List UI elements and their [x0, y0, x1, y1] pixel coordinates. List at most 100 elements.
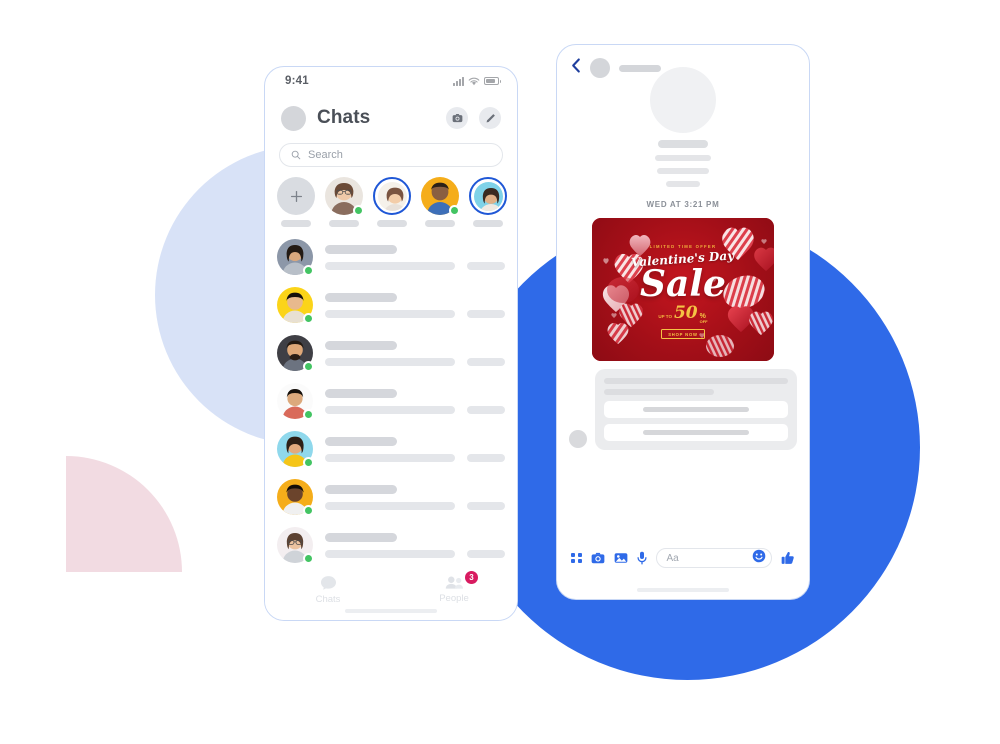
message-row — [325, 357, 505, 366]
screenshot-canvas: 9:41 Chats Search Chats 3 People WED AT … — [0, 0, 1000, 744]
status-badge: 3 — [465, 571, 478, 584]
row-content — [325, 484, 505, 510]
avatar[interactable] — [277, 239, 314, 276]
card-action-button[interactable] — [604, 424, 788, 441]
apps-grid-icon[interactable] — [571, 552, 582, 564]
camera-button[interactable] — [446, 107, 468, 129]
row-content — [325, 244, 505, 270]
tab-people[interactable]: 3 People — [417, 571, 491, 604]
emoji-button[interactable] — [752, 549, 766, 568]
contact-name-placeholder — [619, 64, 661, 72]
ad-off-label: OFF — [699, 319, 708, 325]
back-button[interactable] — [571, 58, 581, 78]
ad-discount-value: 50 — [673, 303, 698, 324]
name-placeholder — [325, 292, 397, 302]
stories-row — [265, 167, 517, 227]
message-placeholder — [325, 453, 455, 462]
message-placeholder: Aa — [666, 552, 679, 564]
name-placeholder — [325, 388, 397, 398]
story-add[interactable] — [277, 177, 315, 227]
online-indicator — [303, 313, 314, 324]
online-indicator — [303, 265, 314, 276]
table-row[interactable] — [277, 281, 505, 329]
camera-button[interactable] — [591, 552, 605, 564]
story-item[interactable] — [325, 177, 364, 227]
online-indicator — [449, 205, 460, 216]
message-input[interactable]: Aa — [655, 548, 772, 568]
gallery-button[interactable] — [614, 552, 628, 564]
avatar[interactable] — [277, 527, 314, 564]
thumbs-up-button[interactable] — [781, 551, 795, 565]
microphone-icon — [636, 551, 647, 565]
add-story-button[interactable] — [277, 177, 315, 215]
story-item[interactable] — [421, 177, 460, 227]
people-icon — [445, 576, 463, 589]
profile-name-placeholder — [658, 140, 708, 148]
home-indicator — [637, 588, 729, 592]
ad-shop-now-button[interactable]: SHOP NOW — [661, 329, 705, 340]
microphone-button[interactable] — [636, 551, 647, 565]
story-avatar[interactable] — [421, 177, 460, 216]
profile-avatar[interactable] — [281, 105, 306, 131]
search-input[interactable]: Search — [279, 143, 503, 167]
conversation-profile — [557, 67, 809, 187]
table-row[interactable] — [277, 329, 505, 377]
time-placeholder — [467, 309, 505, 318]
message-row — [325, 501, 505, 510]
ad-discount-row: UP TO 50 % OFF — [658, 305, 707, 324]
table-row[interactable] — [277, 377, 505, 425]
table-row[interactable] — [277, 233, 505, 281]
table-row[interactable] — [277, 521, 505, 569]
message-placeholder — [325, 309, 455, 318]
avatar[interactable] — [277, 383, 314, 420]
ad-message[interactable]: LIMITED TIME OFFER Valentine's Day Sale … — [592, 218, 774, 361]
card-action-button[interactable] — [604, 401, 788, 418]
row-content — [325, 532, 505, 558]
contact-avatar[interactable] — [590, 58, 610, 78]
status-icons — [453, 76, 501, 86]
time-placeholder — [467, 501, 505, 510]
search-section: Search — [265, 137, 517, 167]
chats-header: Chats — [265, 95, 517, 137]
avatar[interactable] — [277, 335, 314, 372]
story-item[interactable] — [373, 177, 411, 227]
bottom-tab-bar: Chats 3 People — [265, 566, 517, 620]
phone-chats-list: 9:41 Chats Search Chats 3 People — [264, 66, 518, 621]
back-chevron-icon — [572, 58, 580, 73]
story-avatar[interactable] — [469, 177, 507, 215]
battery-icon — [484, 77, 501, 85]
avatar[interactable] — [277, 431, 314, 468]
phone-conversation: WED AT 3:21 PM LIMITED TIME OFFER Valent… — [556, 44, 810, 600]
chat-list — [265, 227, 517, 569]
table-row[interactable] — [277, 473, 505, 521]
camera-icon — [591, 552, 604, 564]
time-placeholder — [467, 453, 505, 462]
message-composer: Aa — [557, 541, 809, 575]
card-line-placeholder — [604, 378, 788, 384]
card-line-placeholder — [604, 389, 715, 395]
tab-label-chats: Chats — [315, 594, 341, 605]
story-label-placeholder — [473, 220, 503, 227]
decor-pink-quarter-circle — [66, 456, 182, 572]
profile-line-placeholder — [666, 181, 700, 187]
story-avatar[interactable] — [325, 177, 364, 216]
avatar-image — [473, 181, 503, 211]
story-avatar[interactable] — [373, 177, 411, 215]
page-title: Chats — [317, 107, 371, 128]
name-placeholder — [325, 484, 397, 494]
time-placeholder — [467, 357, 505, 366]
avatar[interactable] — [277, 287, 314, 324]
card-body[interactable] — [595, 369, 797, 450]
time-placeholder — [467, 405, 505, 414]
ad-upto-label: UP TO — [658, 314, 672, 320]
tab-chats[interactable]: Chats — [291, 575, 365, 605]
avatar-image — [377, 181, 407, 211]
compose-button[interactable] — [479, 107, 501, 129]
avatar[interactable] — [277, 479, 314, 516]
valentines-sale-ad[interactable]: LIMITED TIME OFFER Valentine's Day Sale … — [592, 218, 774, 361]
table-row[interactable] — [277, 425, 505, 473]
signal-icon — [453, 76, 464, 86]
story-item[interactable] — [469, 177, 507, 227]
edit-pencil-icon — [486, 113, 495, 122]
tab-label-people: People — [439, 593, 469, 604]
